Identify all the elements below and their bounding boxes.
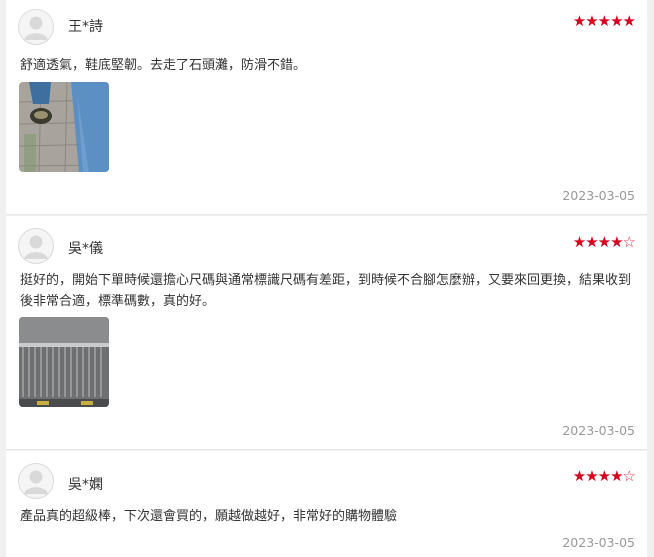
rating-stars: ★★★★★ <box>572 12 636 30</box>
star-filled-icon: ★ <box>585 12 598 30</box>
review-item: 王*詩 ★★★★★ 舒適透氣，鞋底堅韌。去走了石頭灘，防滑不錯。 2023-03… <box>6 0 647 215</box>
photo-jeans-shoes <box>19 82 109 172</box>
star-filled-icon: ★ <box>572 233 586 251</box>
review-date: 2023-03-05 <box>562 423 635 438</box>
rating-stars: ★★★★☆ <box>572 233 636 251</box>
user-icon <box>24 16 48 40</box>
review-item: 吳*嫻 ★★★★☆ 產品真的超級棒，下次還會買的，願越做越好，非常好的購物體驗 … <box>6 451 647 557</box>
review-item: 吳*儀 ★★★★☆ 挺好的，開始下單時候還擔心尺碼與通常標識尺碼有差距，到時候不… <box>6 216 647 450</box>
star-filled-icon: ★ <box>585 467 598 485</box>
star-filled-icon: ★ <box>572 12 586 30</box>
review-date: 2023-03-05 <box>562 535 635 550</box>
review-photo[interactable] <box>19 82 109 172</box>
avatar <box>18 9 54 45</box>
star-filled-icon: ★ <box>610 467 623 485</box>
review-text: 產品真的超級棒，下次還會買的，願越做越好，非常好的購物體驗 <box>20 509 398 524</box>
photo-escalator <box>19 317 109 407</box>
reviewer-name: 吳*儀 <box>68 241 103 257</box>
review-text: 舒適透氣，鞋底堅韌。去走了石頭灘，防滑不錯。 <box>20 58 307 73</box>
star-empty-icon: ☆ <box>622 233 636 251</box>
star-filled-icon: ★ <box>622 12 636 30</box>
reviewer-name: 吳*嫻 <box>68 477 103 493</box>
reviewer-name: 王*詩 <box>68 19 103 35</box>
star-filled-icon: ★ <box>610 233 623 251</box>
star-filled-icon: ★ <box>597 12 611 30</box>
avatar <box>18 463 54 499</box>
rating-stars: ★★★★☆ <box>572 467 636 485</box>
star-filled-icon: ★ <box>597 467 611 485</box>
user-icon <box>24 470 48 494</box>
review-photo[interactable] <box>19 317 109 407</box>
star-filled-icon: ★ <box>572 467 586 485</box>
star-filled-icon: ★ <box>597 233 611 251</box>
user-icon <box>24 235 48 259</box>
review-list: 王*詩 ★★★★★ 舒適透氣，鞋底堅韌。去走了石頭灘，防滑不錯。 2023-03… <box>0 0 654 557</box>
star-filled-icon: ★ <box>585 233 598 251</box>
avatar <box>18 228 54 264</box>
star-filled-icon: ★ <box>610 12 623 30</box>
review-date: 2023-03-05 <box>562 188 635 203</box>
star-empty-icon: ☆ <box>622 467 636 485</box>
review-text: 挺好的，開始下單時候還擔心尺碼與通常標識尺碼有差距，到時候不合腳怎麼辦，又要來回… <box>20 273 632 309</box>
